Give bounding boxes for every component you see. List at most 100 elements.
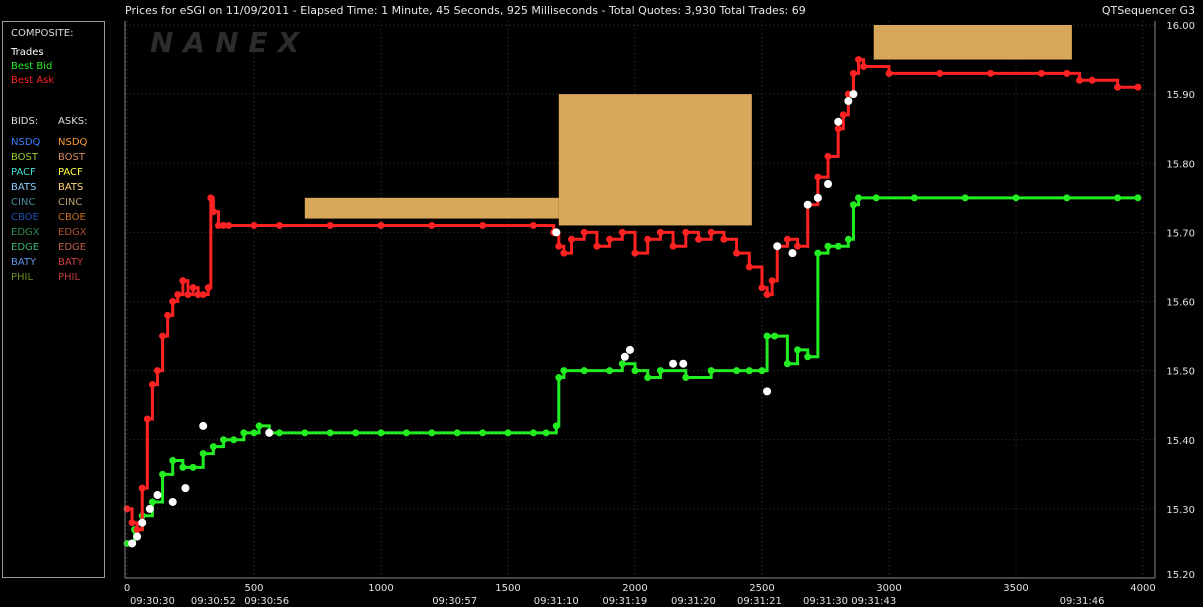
best-ask-point: [707, 228, 715, 236]
best-bid-point: [428, 429, 436, 437]
best-ask-point: [849, 69, 857, 77]
trades-point: [844, 97, 853, 106]
best-ask-point: [758, 284, 766, 292]
best-bid-point: [1134, 194, 1142, 202]
best-bid-point: [580, 367, 588, 375]
best-bid-point: [644, 374, 652, 382]
best-bid-point: [961, 194, 969, 202]
x-time-label: 09:31:20: [671, 596, 716, 607]
best-bid-point: [733, 367, 741, 375]
best-ask-point: [987, 69, 995, 77]
trades-point: [834, 117, 843, 126]
x-tick-label: 4000: [1130, 583, 1155, 594]
best-bid-point: [250, 429, 258, 437]
best-ask-point: [606, 235, 614, 243]
best-bid-point: [834, 242, 842, 250]
best-bid-point: [159, 470, 167, 478]
best-bid-point: [377, 429, 385, 437]
best-bid-point: [1012, 194, 1020, 202]
best-ask-point: [164, 311, 172, 319]
best-bid-point: [504, 429, 512, 437]
best-ask-point: [1088, 76, 1096, 84]
best-ask-point: [855, 56, 863, 64]
y-tick-label: 15.60: [1166, 298, 1195, 309]
best-ask-point: [148, 380, 156, 388]
trades-point: [824, 179, 833, 188]
best-ask-point: [207, 194, 215, 202]
best-bid-point: [606, 367, 614, 375]
trades-point: [181, 484, 190, 493]
best-bid-point: [804, 353, 812, 361]
x-tick-label: 2000: [622, 583, 647, 594]
y-tick-label: 15.90: [1166, 90, 1195, 101]
best-bid-point: [824, 242, 832, 250]
best-bid-point: [1063, 194, 1071, 202]
best-ask-point: [133, 526, 141, 534]
x-time-label: 09:31:19: [602, 596, 647, 607]
best-ask-point: [128, 519, 136, 527]
best-bid-point: [814, 249, 822, 257]
best-ask-point: [839, 111, 847, 119]
best-ask-point: [189, 284, 197, 292]
best-ask-point: [153, 367, 161, 375]
best-ask-point: [169, 298, 177, 305]
best-ask-point: [179, 277, 187, 285]
best-ask-point: [428, 221, 436, 229]
y-tick-label: 16.00: [1166, 21, 1195, 32]
best-ask-point: [275, 221, 283, 229]
best-bid-point: [560, 367, 568, 375]
best-bid-point: [758, 367, 766, 375]
best-ask-point: [1063, 69, 1071, 77]
ask-band-area: [304, 197, 559, 219]
best-ask-point: [479, 221, 487, 229]
best-bid-point: [555, 374, 563, 382]
best-ask-point: [768, 277, 776, 285]
x-tick-label: 1000: [368, 583, 393, 594]
best-ask-point: [631, 249, 639, 257]
best-bid-point: [849, 201, 857, 209]
x-time-label: 09:30:30: [130, 596, 175, 607]
best-ask-point: [555, 242, 563, 250]
trades-point: [625, 345, 634, 354]
best-ask-point: [529, 221, 537, 229]
y-tick-label: 15.20: [1166, 570, 1195, 581]
trades-point: [168, 497, 177, 506]
x-tick-label: 1500: [495, 583, 520, 594]
x-time-label: 09:31:21: [737, 596, 782, 607]
best-ask-point: [936, 69, 944, 77]
best-ask-point: [1114, 83, 1122, 91]
x-time-label: 09:31:30: [803, 596, 848, 607]
best-bid-point: [855, 194, 863, 202]
best-bid-point: [148, 498, 156, 506]
best-bid-point: [453, 429, 461, 437]
trades-point: [265, 428, 274, 437]
best-bid-point: [199, 450, 207, 458]
best-ask-point: [1037, 69, 1045, 77]
y-tick-label: 15.30: [1166, 505, 1195, 516]
trades-point: [138, 518, 147, 527]
best-bid-point: [771, 332, 779, 340]
best-bid-point: [618, 360, 626, 368]
x-tick-label: 500: [244, 583, 263, 594]
best-ask-point: [225, 221, 233, 229]
best-bid-point: [169, 456, 177, 464]
best-bid-point: [240, 429, 248, 437]
best-bid-point: [552, 422, 560, 430]
trades-point: [679, 359, 688, 368]
best-bid-point: [745, 367, 753, 375]
best-ask-point: [138, 484, 146, 492]
best-bid-point: [275, 429, 283, 437]
best-bid-point: [682, 374, 690, 382]
best-ask-point: [745, 263, 753, 271]
best-ask-point: [143, 415, 151, 423]
x-time-label: 09:30:56: [244, 596, 289, 607]
trades-point: [133, 532, 142, 541]
best-bid-point: [1114, 194, 1122, 202]
best-ask-point: [733, 249, 741, 257]
best-bid-point: [763, 332, 771, 340]
best-ask-point: [669, 242, 677, 250]
best-ask-point: [720, 235, 728, 243]
x-tick-label: 0: [124, 583, 130, 594]
best-ask-point: [580, 228, 588, 236]
best-ask-point: [204, 284, 212, 292]
